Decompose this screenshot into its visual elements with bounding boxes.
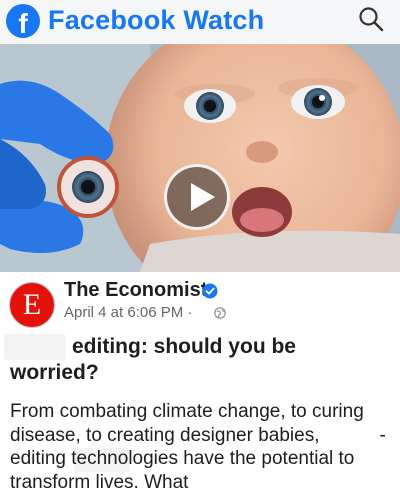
search-icon[interactable] <box>356 4 386 34</box>
post-body-part1: From combating climate change, to curing… <box>10 401 364 446</box>
verified-badge-icon <box>202 283 218 299</box>
logo-letter: f <box>18 8 28 39</box>
app-header: f Facebook Watch <box>0 0 400 44</box>
facebook-logo-icon[interactable]: f <box>6 4 40 39</box>
page-name[interactable]: The Economist <box>64 278 207 302</box>
globe-icon <box>214 307 226 319</box>
page-avatar[interactable]: E <box>9 282 55 328</box>
video-thumbnail-image <box>0 44 400 272</box>
meta-separator: · <box>187 304 193 321</box>
app-title: Facebook Watch <box>48 5 265 35</box>
video-thumbnail[interactable] <box>0 44 400 272</box>
post-body: From combating climate change, to curing… <box>10 400 395 494</box>
post-title: editing: should you be worried? <box>10 334 390 386</box>
play-button[interactable] <box>164 164 230 230</box>
post-meta: April 4 at 6:06 PM · <box>64 304 192 322</box>
avatar-letter: E <box>22 288 42 321</box>
post-title-line1: editing: should you be <box>72 335 296 358</box>
post-title-line2: worried? <box>10 361 99 384</box>
post-timestamp[interactable]: April 4 at 6:06 PM <box>64 304 183 321</box>
